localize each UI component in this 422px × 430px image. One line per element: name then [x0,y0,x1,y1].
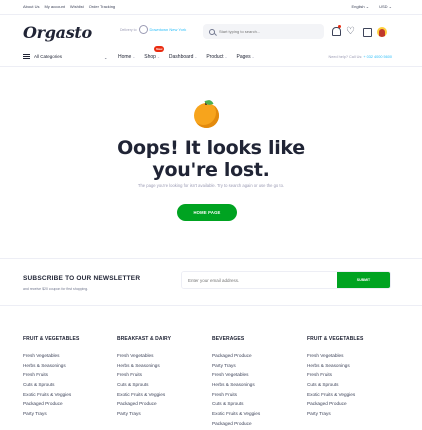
nav-item-shop[interactable]: New Shop⌄ [144,46,165,60]
footer-column-title: FRUIT & VEGETABLES [307,336,364,342]
footer-link[interactable]: Fresh Fruits [307,370,397,380]
all-categories-label: All Categories [34,54,63,59]
chevron-down-icon: ⌄ [132,55,136,59]
chevron-down-icon: ⌄ [156,55,160,59]
newsletter-form: SUBMIT [181,271,391,289]
nav-menu: Home⌄ New Shop⌄ Dashboard⌄ Product⌄ Pages… [118,46,255,60]
chevron-down-icon: ⌄ [251,55,255,59]
footer-link[interactable]: Cuts & Sprouts [117,380,207,390]
help-label: Need help? Call Us: [328,55,363,59]
footer-link[interactable]: Packaged Produce [212,419,302,429]
footer-link[interactable]: Cuts & Sprouts [212,399,302,409]
newsletter-desc: and receive $20 coupon for first shoppin… [23,287,89,291]
currency-value: USD [379,4,388,9]
delivery-city: Downtown New York [149,27,187,32]
footer-column-title: BEVERAGES [212,336,245,342]
home-page-button[interactable]: HOME PAGE [177,204,237,221]
chevron-down-icon: ⌄ [224,55,228,59]
language-select[interactable]: English ⌄ [351,4,369,9]
top-link-account[interactable]: My account [44,4,64,9]
new-badge: New [154,46,165,52]
footer-link[interactable]: Exotic Fruits & Veggies [23,390,113,400]
newsletter-section: SUBSCRIBE TO OUR NEWSLETTER and receive … [0,258,422,306]
top-selectors: English ⌄ USD ⌄ [351,4,392,9]
footer-column-beverages: BEVERAGES Packaged Produce Party Trays F… [212,336,302,429]
error-heading: Oops! It looks like you're lost. [117,137,305,181]
footer-link[interactable]: Fresh Vegetables [117,351,207,361]
submit-button[interactable]: SUBMIT [337,272,390,288]
main-header: Orgasto Delivery to Downtown New York ♡ [0,15,422,49]
top-link-about[interactable]: About Us [23,4,39,9]
all-categories-button[interactable]: All Categories [23,54,62,59]
nav-item-product[interactable]: Product⌄ [206,54,227,60]
language-value: English [351,4,365,9]
footer-link[interactable]: Cuts & Sprouts [307,380,397,390]
footer-link[interactable]: Herbs & Seasonings [212,380,302,390]
main-nav: All Categories ⌄ Home⌄ New Shop⌄ Dashboar… [0,46,422,67]
footer-column-fruit-veg-2: FRUIT & VEGETABLES Fresh Vegetables Herb… [307,336,397,419]
footer-link[interactable]: Packaged Produce [307,399,397,409]
footer-link[interactable]: Party Trays [117,409,207,419]
footer-column-title: FRUIT & VEGETABLES [23,336,80,342]
footer-link[interactable]: Party Trays [212,361,302,371]
location-pin-icon [138,25,148,34]
nav-item-pages[interactable]: Pages⌄ [236,54,254,60]
cart-icon[interactable] [362,27,372,37]
orange-fruit [194,103,219,128]
bell-icon[interactable] [331,25,341,37]
top-bar: About Us My account Wishlist Order Track… [0,0,422,15]
top-link-order-tracking[interactable]: Order Tracking [89,4,115,9]
chevron-down-icon: ⌄ [194,55,198,59]
error-message: The page you're looking for isn't availa… [137,183,285,188]
footer-link[interactable]: Packaged Produce [212,351,302,361]
help-phone[interactable]: + 032 4000 5600 [363,55,392,59]
delivery-label: Delivery to [120,27,137,32]
avatar[interactable] [377,27,387,37]
footer-link[interactable]: Fresh Vegetables [307,351,397,361]
delivery-location[interactable]: Delivery to Downtown New York [120,25,186,34]
footer-link[interactable]: Fresh Fruits [117,370,207,380]
search-input[interactable] [219,29,319,34]
footer-link[interactable]: Fresh Vegetables [212,370,302,380]
footer-link[interactable]: Exotic Fruits & Veggies [212,409,302,419]
footer-link[interactable]: Exotic Fruits & Veggies [307,390,397,400]
footer-link[interactable]: Fresh Fruits [212,390,302,400]
footer-column-fruit-veg: FRUIT & VEGETABLES Fresh Vegetables Herb… [23,336,113,419]
site-logo[interactable]: Orgasto [23,23,92,42]
search-icon [209,28,215,35]
newsletter-title: SUBSCRIBE TO OUR NEWSLETTER [23,275,141,282]
nav-item-home[interactable]: Home⌄ [118,54,135,60]
footer-column-breakfast-dairy: BREAKFAST & DAIRY Fresh Vegetables Herbs… [117,336,207,419]
footer-link[interactable]: Herbs & Seasonings [307,361,397,371]
top-links: About Us My account Wishlist Order Track… [23,4,115,9]
footer-link[interactable]: Cuts & Sprouts [23,380,113,390]
footer-link[interactable]: Fresh Vegetables [23,351,113,361]
footer-link[interactable]: Packaged Produce [117,399,207,409]
nav-item-dashboard[interactable]: Dashboard⌄ [169,54,197,60]
help-contact: Need help? Call Us: + 032 4000 5600 [329,55,392,59]
nav-item-label: Product [206,54,224,60]
footer-link[interactable]: Herbs & Seasonings [117,361,207,371]
nav-item-label: Home [118,54,132,60]
currency-select[interactable]: USD ⌄ [379,4,392,9]
nav-item-label: Pages [236,54,251,60]
footer-link[interactable]: Party Trays [307,409,397,419]
nav-item-label: Dashboard [168,54,194,60]
nav-item-label: Shop [144,54,156,60]
heart-icon[interactable]: ♡ [346,27,356,37]
top-link-wishlist[interactable]: Wishlist [70,4,84,9]
orange-illustration [193,99,221,128]
footer-link[interactable]: Fresh Fruits [23,370,113,380]
footer-column-title: BREAKFAST & DAIRY [117,336,172,342]
footer-link[interactable]: Packaged Produce [23,399,113,409]
email-field[interactable] [182,272,337,288]
search-bar[interactable] [203,24,324,39]
footer-link[interactable]: Herbs & Seasonings [23,361,113,371]
chevron-down-icon: ⌄ [104,55,108,60]
menu-icon [23,54,30,59]
footer-link[interactable]: Party Trays [23,409,113,419]
footer-link[interactable]: Exotic Fruits & Veggies [117,390,207,400]
